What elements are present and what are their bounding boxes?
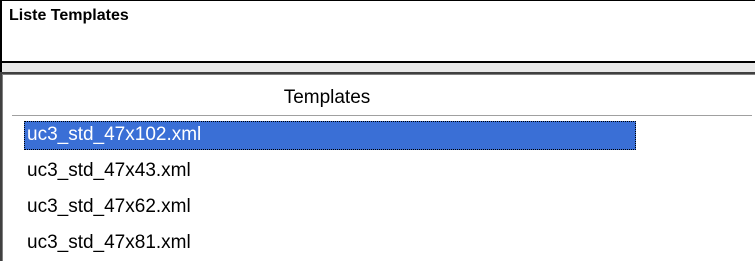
panel-gap — [0, 63, 755, 72]
list-item-template[interactable]: uc3_std_47x62.xml — [24, 193, 636, 222]
panel-title: Liste Templates — [9, 7, 129, 24]
column-header-label: Templates — [283, 87, 371, 108]
list-item-template[interactable]: uc3_std_47x102.xml — [24, 121, 636, 150]
panel-header: Liste Templates — [0, 0, 755, 63]
templates-list[interactable]: Templates uc3_std_47x102.xml uc3_std_47x… — [0, 72, 755, 261]
list-item-template[interactable]: uc3_std_47x81.xml — [24, 229, 636, 258]
column-header-templates[interactable]: Templates — [12, 76, 752, 116]
list-item-template[interactable]: uc3_std_47x43.xml — [24, 157, 636, 186]
templates-window: Liste Templates Templates uc3_std_47x102… — [0, 0, 755, 261]
